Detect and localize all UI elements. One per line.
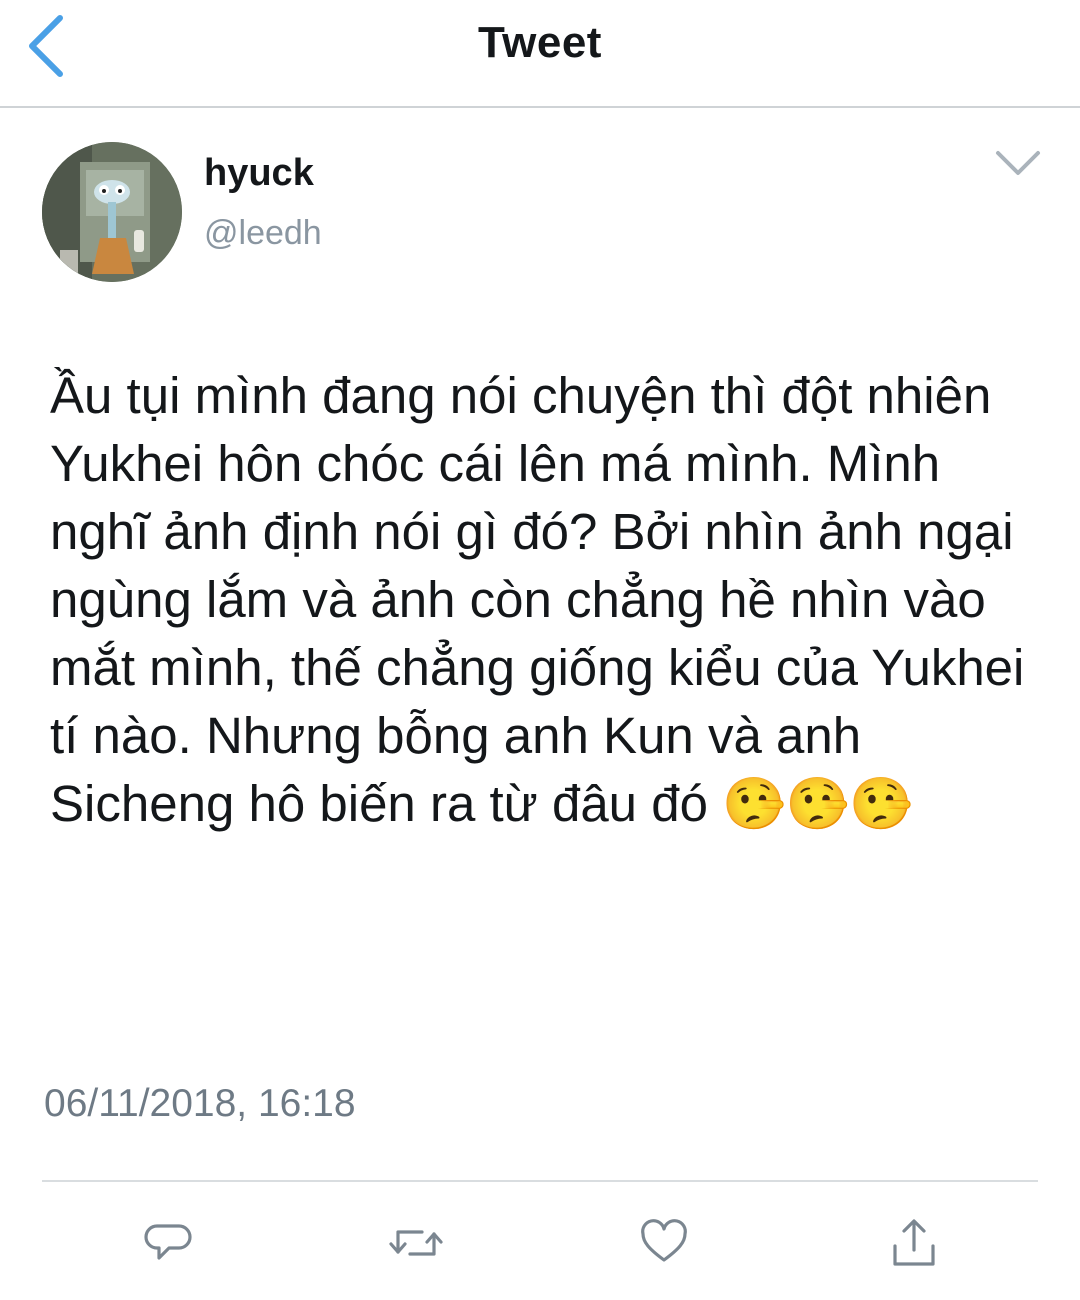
heart-icon [639,1218,689,1268]
chevron-down-icon [994,149,1042,184]
avatar[interactable] [42,142,182,282]
tweet-action-bar [0,1208,1080,1288]
reply-button[interactable] [138,1208,198,1278]
share-icon [889,1216,939,1270]
tweet-author-header: hyuck @leedh [42,142,1042,282]
like-button[interactable] [634,1208,694,1278]
tweet-timestamp: 06/11/2018, 16:18 [44,1082,356,1125]
retweet-button[interactable] [386,1208,446,1278]
reply-icon [143,1218,193,1268]
tweet-text: Ầu tụi mình đang nói chuyện thì đột nhiê… [50,367,1025,832]
top-navigation-bar: Tweet [0,0,1080,108]
author-handle[interactable]: @leedh [204,214,322,253]
divider [42,1180,1038,1182]
retweet-icon [386,1218,446,1268]
page-title: Tweet [478,18,602,67]
share-button[interactable] [884,1208,944,1278]
more-options-button[interactable] [990,146,1046,186]
tweet-detail-screen: Tweet hyuck @leedh Ầu tụi mình đang nói … [0,0,1080,1300]
author-display-name[interactable]: hyuck [204,152,314,195]
